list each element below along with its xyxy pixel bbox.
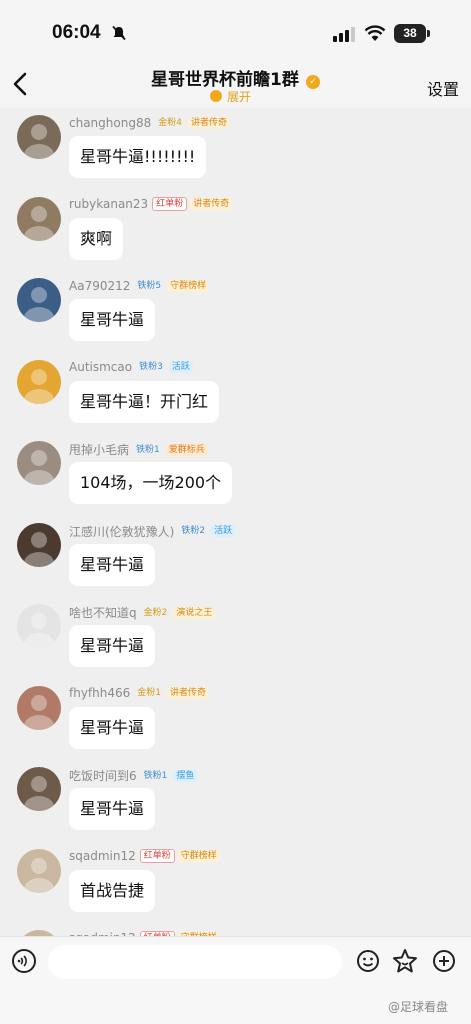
message-list[interactable]: changhong88 金粉4 讲者传奇 星哥牛逼!!!!!!!! rubykanan2…: [0, 108, 471, 936]
message-bubble[interactable]: 星哥牛逼: [69, 299, 156, 341]
fan-tag: 铁粉5: [137, 280, 162, 291]
fan-tag: 守群榜样: [177, 850, 220, 862]
status-time: 06:04: [52, 22, 101, 43]
fan-tag: 活跃: [211, 525, 236, 537]
fan-tag: 铁粉3: [139, 362, 163, 372]
battery-tip: [427, 30, 430, 37]
sender-name[interactable]: 甩掉小毛病: [69, 441, 129, 458]
fan-tag: 金粉4: [158, 117, 182, 128]
message-bubble[interactable]: 星哥牛逼!!!!!!!!: [69, 136, 207, 178]
fan-tag: 讲者传奇: [167, 687, 210, 699]
title-wrap: 星哥世界杯前瞻1群 ✓: [0, 62, 471, 90]
sender-name[interactable]: sqadmin12: [69, 849, 136, 863]
message-input[interactable]: [48, 945, 342, 979]
fan-tag: 铁粉2: [181, 526, 206, 536]
fan-badge-icon: [210, 90, 222, 102]
fan-tag: 金粉2: [143, 607, 168, 618]
watermark: @足球看盘: [388, 1000, 449, 1014]
fan-tag: 铁粉1: [136, 444, 160, 455]
sender-meta: 江感川(伦敦犹豫人) 铁粉2 活跃: [69, 523, 238, 539]
message-row: 吃饭时间到6 铁粉1 摆鱼星哥牛逼: [0, 764, 471, 846]
fan-tag: 爱群标兵: [165, 443, 208, 456]
sender-meta: sqadmin12红单粉守群榜样: [69, 849, 223, 865]
fan-tag: 铁粉1: [143, 770, 168, 781]
avatar[interactable]: [17, 685, 61, 730]
message-row: sqadmin12 红单粉 守群榜样首战告捷: [0, 846, 471, 928]
sender-name[interactable]: fhyfhh466: [69, 686, 130, 700]
sender-meta: Autismcao 铁粉3 活跃: [69, 360, 196, 376]
sender-meta: 吃饭时间到6 铁粉1 摆鱼: [69, 767, 200, 783]
expand-button[interactable]: 展开: [210, 88, 251, 105]
sender-name[interactable]: changhong88: [69, 116, 151, 130]
message-row: 甩掉小毛病 铁粉1 爱群标兵 104场，一场200个: [0, 438, 471, 520]
avatar[interactable]: [17, 441, 61, 485]
message-bubble[interactable]: 星哥牛逼: [69, 706, 156, 749]
message-bubble[interactable]: 104场，一场200个: [69, 462, 233, 504]
sender-name[interactable]: 江感川(伦敦犹豫人): [69, 523, 174, 540]
avatar[interactable]: [17, 604, 61, 648]
battery-indicator: 38: [394, 24, 426, 43]
fan-tag: 红单粉: [139, 849, 175, 863]
status-bar: 06:04 38: [0, 0, 471, 62]
sticker-icon[interactable]: [392, 948, 418, 974]
mute-bell-icon: [111, 25, 127, 45]
settings-button[interactable]: 设置: [427, 76, 459, 100]
fan-tag: 摆鱼: [173, 769, 198, 782]
chat-header: 星哥世界杯前瞻1群 ✓ 展开 设置: [0, 62, 471, 108]
wifi-icon: [364, 24, 386, 46]
message-bubble[interactable]: 首战告捷: [69, 869, 156, 912]
sender-meta: rubykanan23 红单粉 讲者传奇: [69, 197, 235, 213]
fan-tag: 红单粉: [152, 197, 188, 211]
sender-name[interactable]: rubykanan23: [69, 197, 148, 211]
fan-tag: 演说之王: [173, 606, 216, 619]
message-bubble[interactable]: 星哥牛逼: [69, 625, 156, 667]
sender-name[interactable]: 啥也不知道q: [69, 604, 137, 621]
message-row: changhong88 金粉4 讲者传奇星哥牛逼!!!!!!!!: [0, 112, 471, 194]
message-row: rubykanan23 红单粉 讲者传奇爽啊: [0, 194, 471, 276]
fan-tag: 讲者传奇: [190, 198, 233, 210]
avatar[interactable]: [17, 522, 61, 567]
message-row: 江感川(伦敦犹豫人) 铁粉2 活跃星哥牛逼: [0, 520, 471, 602]
sender-meta: fhyfhh466 金粉1 讲者传奇: [69, 686, 212, 702]
message-bubble[interactable]: 星哥牛逼: [69, 788, 156, 830]
sender-meta: 甩掉小毛病 铁粉1 爱群标兵: [69, 441, 211, 457]
fan-tag: 金粉1: [137, 688, 162, 698]
avatar[interactable]: [17, 767, 61, 811]
emoji-icon[interactable]: [356, 949, 380, 973]
message-row: Aa790212 铁粉5 守群榜样 星哥牛逼: [0, 275, 471, 357]
message-bubble[interactable]: 星哥牛逼！开门红: [69, 380, 220, 423]
fan-tag: 活跃: [168, 361, 193, 373]
message-row: 啥也不知道q 金粉2 演说之王星哥牛逼: [0, 601, 471, 683]
sender-name[interactable]: Autismcao: [69, 360, 132, 374]
sender-name[interactable]: Aa790212: [69, 279, 130, 293]
avatar[interactable]: [17, 196, 61, 241]
message-bubble[interactable]: 爽啊: [69, 217, 124, 260]
message-row: fhyfhh466 金粉1 讲者传奇 星哥牛逼: [0, 683, 471, 765]
message-bubble[interactable]: 星哥牛逼: [69, 543, 156, 586]
signal-icon: [333, 26, 357, 46]
plus-icon[interactable]: [432, 949, 456, 973]
message-row: sqadmin12红单粉守群榜样: [0, 927, 471, 936]
sender-meta: changhong88 金粉4 讲者传奇: [69, 115, 233, 131]
expand-label: 展开: [227, 90, 252, 104]
message-row: Autismcao 铁粉3 活跃星哥牛逼！开门红: [0, 357, 471, 439]
avatar[interactable]: [17, 359, 61, 404]
sender-meta: 啥也不知道q 金粉2 演说之王: [69, 604, 218, 620]
avatar[interactable]: [17, 115, 61, 159]
sender-name[interactable]: 吃饭时间到6: [69, 767, 137, 784]
avatar[interactable]: [17, 848, 61, 893]
avatar[interactable]: [17, 278, 61, 322]
fan-tag: 守群榜样: [167, 279, 210, 292]
verified-badge-icon: ✓: [305, 75, 320, 89]
fan-tag: 讲者传奇: [187, 116, 230, 129]
group-title[interactable]: 星哥世界杯前瞻1群: [151, 65, 299, 90]
voice-icon[interactable]: [12, 949, 36, 973]
sender-meta: Aa790212 铁粉5 守群榜样: [69, 278, 212, 294]
